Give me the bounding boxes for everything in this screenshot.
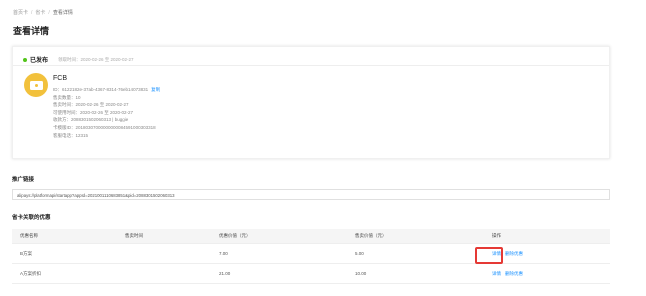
column-header-actions: 操作 — [492, 233, 501, 238]
coupon-id: ID：6122182e-37ab-4367-8314-76eb14073831 — [53, 87, 149, 92]
coupon-info-line: 客服电话：12315 — [53, 132, 89, 138]
coupon-name: FCB — [53, 75, 67, 82]
coupon-info-line: 售卖数量：10 — [53, 94, 81, 100]
column-header-value: 优惠价值（元） — [219, 233, 251, 238]
column-header-price: 售卖价值（元） — [355, 233, 387, 238]
benefits-section-title: 省卡关联的优惠 — [12, 215, 51, 221]
coupon-info-line: 售卖时间：2020-02-26 至 2020-02-27 — [53, 102, 129, 108]
breadcrumb-home[interactable]: 首页卡 — [13, 10, 28, 16]
status-row: 已发布 领取时间：2020-02-26 至 2020-02-27 — [23, 55, 134, 64]
coupon-info-line: 收款方：2088301502060313 | buggie — [53, 117, 129, 123]
breadcrumb-separator: / — [31, 10, 33, 16]
breadcrumb-card[interactable]: 省卡 — [35, 10, 45, 16]
row-actions: 详情 删除优惠 — [492, 264, 523, 283]
status-dot-icon — [23, 57, 27, 62]
coupon-info-line: 卡模版ID：20180307000000000084591000303318 — [53, 124, 156, 130]
row-value: 7.00 — [219, 251, 228, 256]
benefits-table: 优惠名称 售卖时间 优惠价值（元） 售卖价值（元） 操作 B方案 7.00 5.… — [12, 229, 610, 284]
coupon-info: ID：6122182e-37ab-4367-8314-76eb14073831 复… — [53, 86, 160, 139]
table-header: 优惠名称 售卖时间 优惠价值（元） 售卖价值（元） 操作 — [12, 229, 610, 244]
column-header-time: 售卖时间 — [125, 233, 143, 238]
coupon-id-line: ID：6122182e-37ab-4367-8314-76eb14073831 复… — [53, 86, 160, 94]
row-value: 21.00 — [219, 271, 231, 276]
row-name: B方案 — [20, 250, 33, 256]
remove-benefit-link[interactable]: 删除优惠 — [505, 271, 523, 277]
row-name: A方案折扣 — [20, 270, 42, 276]
row-price: 5.00 — [355, 251, 364, 256]
promo-section-title: 推广链接 — [12, 177, 35, 183]
highlight-box — [475, 247, 503, 264]
breadcrumb-separator: / — [48, 10, 50, 16]
copy-id-link[interactable]: 复制 — [151, 87, 160, 92]
detail-link[interactable]: 详情 — [492, 271, 501, 277]
page-title: 查看详情 — [13, 26, 50, 36]
promo-link-field[interactable]: alipays://platformapi/startapp?appId=202… — [12, 189, 610, 200]
breadcrumb: 首页卡 / 省卡 / 查看详情 — [13, 9, 73, 16]
coupon-card-icon — [24, 73, 48, 97]
table-row: A方案折扣 21.00 10.00 详情 删除优惠 — [12, 264, 610, 284]
card-divider — [13, 65, 609, 66]
coupon-info-line: 可使用时间：2020-02-26 至 2020-02-27 — [53, 109, 134, 115]
status-time: 领取时间：2020-02-26 至 2020-02-27 — [58, 56, 134, 62]
status-badge: 已发布 — [30, 58, 49, 64]
detail-card: 已发布 领取时间：2020-02-26 至 2020-02-27 FCB ID：… — [12, 46, 610, 159]
remove-benefit-link[interactable]: 删除优惠 — [505, 251, 523, 257]
row-price: 10.00 — [355, 271, 367, 276]
breadcrumb-current: 查看详情 — [52, 10, 73, 16]
column-header-name: 优惠名称 — [20, 233, 38, 238]
table-row: B方案 7.00 5.00 详情 删除优惠 — [12, 244, 610, 264]
